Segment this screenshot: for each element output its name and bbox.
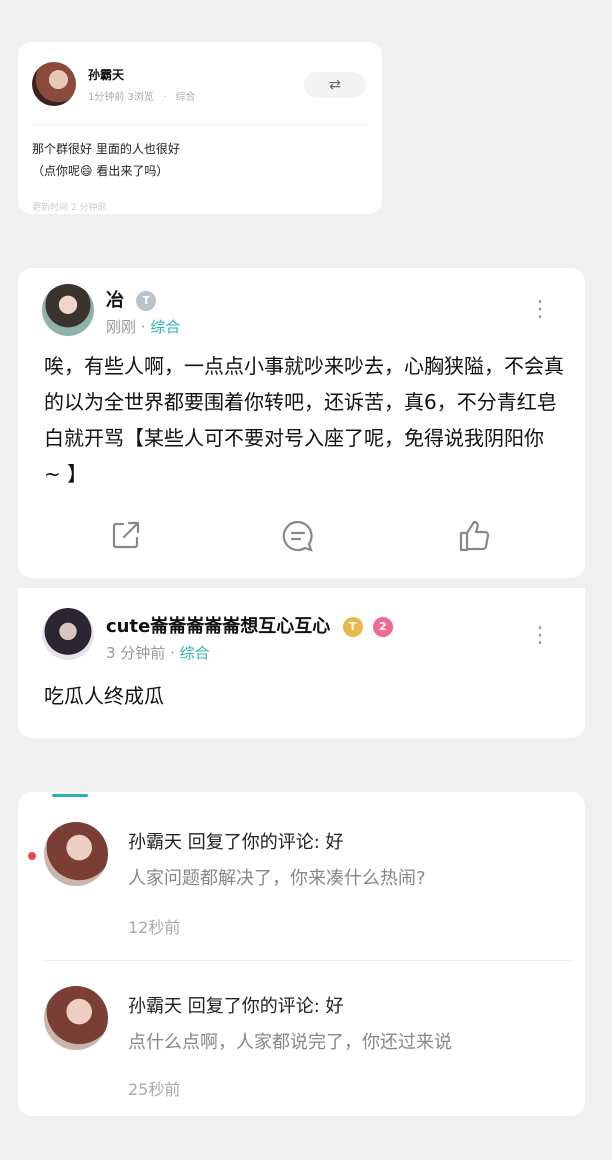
post-meta: 1分钟前 3浏览 · 综合 bbox=[88, 88, 196, 103]
notification-title: 孙霸天 回复了你的评论: 好 bbox=[128, 832, 344, 853]
share-button[interactable]: ⇄ bbox=[304, 72, 366, 98]
notification-reply: 点什么点啊，人家都说完了，你还过来说 bbox=[128, 1032, 452, 1053]
notification-item[interactable]: 孙霸天 回复了你的评论: 好 人家问题都解决了，你来凑什么热闹? 12秒前 bbox=[18, 792, 585, 952]
comment-card[interactable]: 冶 T 刚刚 · 综合 ⋮ 唉，有些人啊，一点点小事就吵来吵去，心胸狭隘，不会真… bbox=[18, 268, 585, 578]
thumbs-up-icon bbox=[459, 520, 490, 552]
notification-time: 25秒前 bbox=[128, 1080, 181, 1099]
comment-time: 3 分钟前 bbox=[106, 644, 166, 662]
notification-list: 孙霸天 回复了你的评论: 好 人家问题都解决了，你来凑什么热闹? 12秒前 孙霸… bbox=[18, 792, 585, 1116]
notification-time: 12秒前 bbox=[128, 918, 181, 937]
updated-time: 更新时间 2 分钟前 bbox=[32, 203, 107, 213]
more-options-icon[interactable]: ⋮ bbox=[529, 625, 551, 647]
post-category: 综合 bbox=[175, 92, 196, 103]
comment-category[interactable]: 综合 bbox=[180, 644, 210, 662]
commenter-avatar[interactable] bbox=[42, 608, 94, 660]
unread-dot bbox=[28, 852, 36, 860]
commenter-name[interactable]: cute崙崙崙崙崙想互心互心 bbox=[106, 616, 330, 637]
view-count: 3浏览 bbox=[127, 92, 154, 103]
comment-time: 刚刚 bbox=[106, 318, 137, 336]
post-body-line: 那个群很好 里面的人也很好 bbox=[32, 142, 180, 156]
divider bbox=[32, 124, 368, 125]
comment-category[interactable]: 综合 bbox=[150, 318, 180, 336]
level-badge-icon: T bbox=[342, 617, 363, 637]
post-body-text: 看出来了吗） bbox=[92, 164, 169, 178]
commenter-avatar[interactable] bbox=[42, 284, 94, 336]
commenter-name[interactable]: 冶 bbox=[106, 290, 124, 311]
swap-icon: ⇄ bbox=[329, 77, 341, 93]
action-bar bbox=[18, 518, 585, 558]
meta-dot: · bbox=[140, 318, 151, 336]
share-button[interactable] bbox=[106, 518, 146, 558]
post-card[interactable]: 孙霸天 1分钟前 3浏览 · 综合 ⇄ 那个群很好 里面的人也很好 （点你呢😄 … bbox=[18, 42, 382, 214]
comment-meta: 3 分钟前 · 综合 bbox=[106, 642, 210, 663]
notifier-avatar[interactable] bbox=[44, 822, 108, 886]
meta-dot: · bbox=[163, 92, 167, 103]
more-glyph: ⋮ bbox=[529, 297, 551, 322]
comment-text: 吃瓜人终成瓜 bbox=[44, 684, 164, 708]
comment-meta: 刚刚 · 综合 bbox=[106, 316, 180, 337]
rank-badge-icon: 2 bbox=[372, 617, 393, 637]
comment-bubble-icon bbox=[282, 520, 313, 552]
more-glyph: ⋮ bbox=[529, 623, 551, 648]
comment-text: 唉，有些人啊，一点点小事就吵来吵去，心胸狭隘，不会真的以为全世界都要围着你转吧，… bbox=[44, 354, 564, 486]
post-body: 那个群很好 里面的人也很好 （点你呢😄 看出来了吗） bbox=[32, 138, 180, 182]
post-time: 1分钟前 bbox=[88, 92, 125, 103]
comment-button[interactable] bbox=[278, 518, 318, 558]
post-body-text: （点你呢 bbox=[32, 164, 81, 178]
commenter-name-row: 冶 T bbox=[106, 286, 157, 312]
like-button[interactable] bbox=[454, 518, 494, 558]
notification-reply: 人家问题都解决了，你来凑什么热闹? bbox=[128, 868, 426, 889]
notifier-avatar[interactable] bbox=[44, 986, 108, 1050]
notification-title: 孙霸天 回复了你的评论: 好 bbox=[128, 996, 344, 1017]
share-icon bbox=[112, 521, 140, 549]
commenter-name-row: cute崙崙崙崙崙想互心互心 T 2 bbox=[106, 612, 393, 638]
author-name[interactable]: 孙霸天 bbox=[88, 66, 124, 83]
notification-item[interactable]: 孙霸天 回复了你的评论: 好 点什么点啊，人家都说完了，你还过来说 25秒前 bbox=[18, 956, 585, 1116]
meta-dot: · bbox=[170, 644, 180, 662]
post-body-line: （点你呢😄 看出来了吗） bbox=[32, 160, 180, 182]
more-options-icon[interactable]: ⋮ bbox=[529, 299, 551, 321]
comment-card[interactable]: cute崙崙崙崙崙想互心互心 T 2 3 分钟前 · 综合 ⋮ 吃瓜人终成瓜 bbox=[18, 588, 585, 738]
level-badge-icon: T bbox=[136, 291, 157, 311]
smile-emoji-icon: 😄 bbox=[80, 164, 93, 178]
author-avatar[interactable] bbox=[32, 62, 76, 106]
